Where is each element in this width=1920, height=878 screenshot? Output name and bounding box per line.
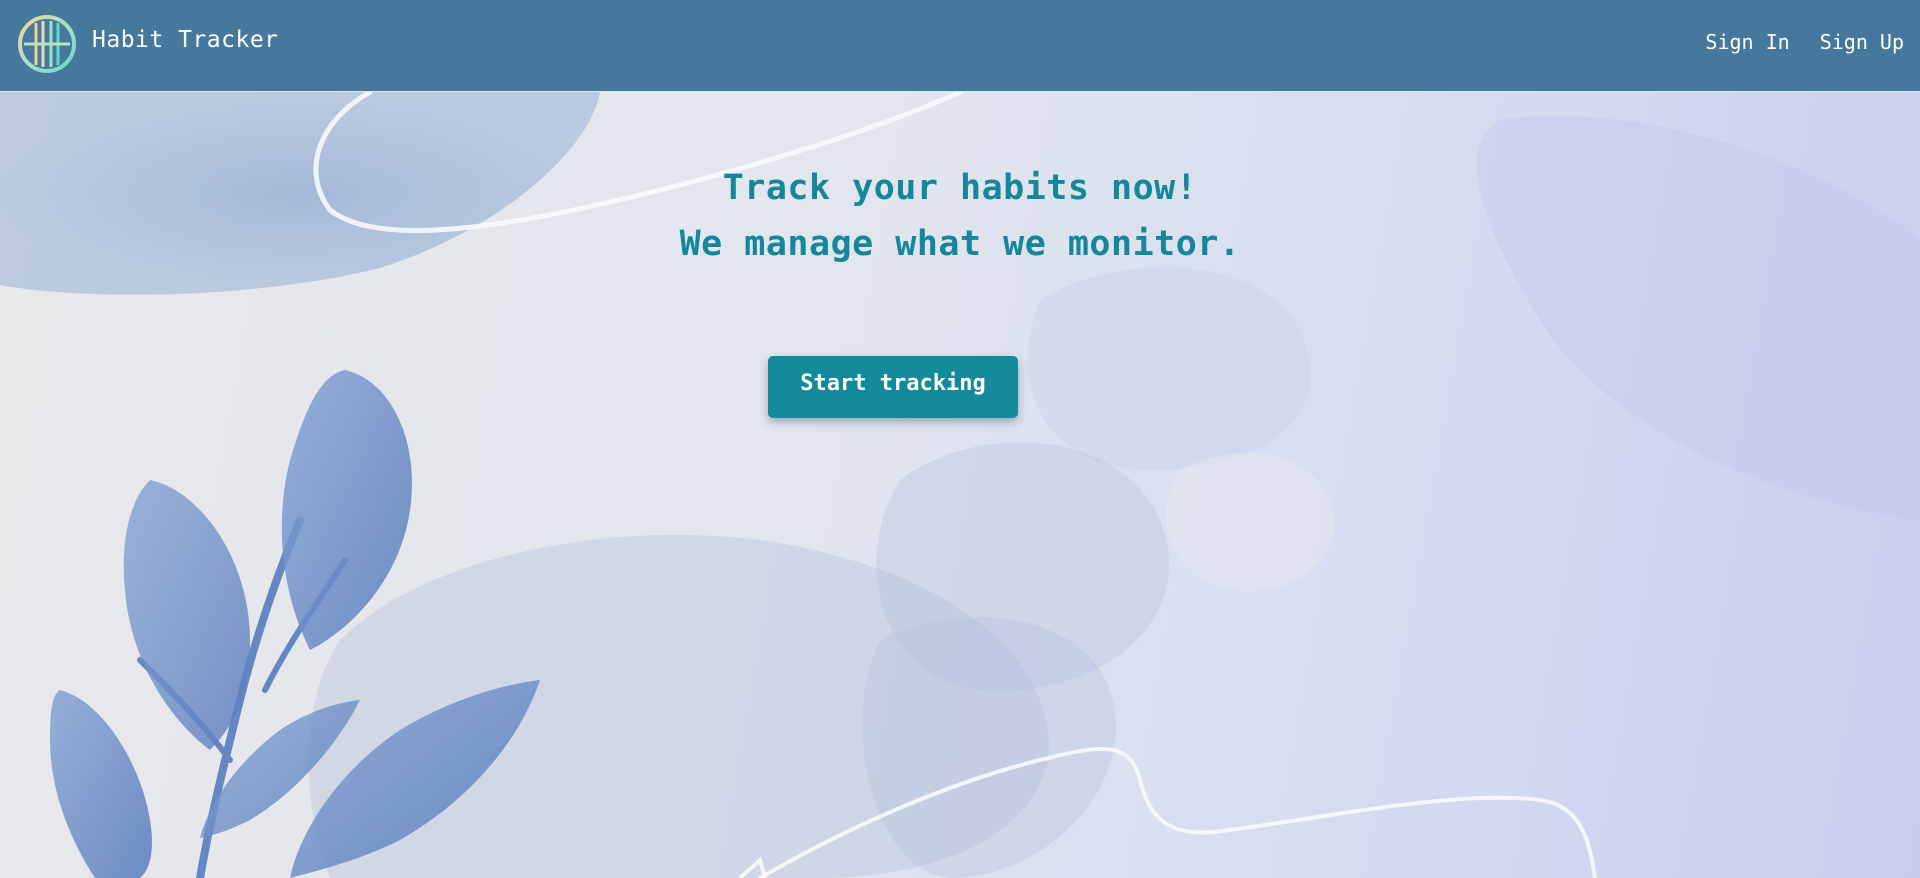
watercolor-background [0,89,1920,878]
sign-in-link[interactable]: Sign In [1705,30,1789,54]
brand-link[interactable]: Habit Tracker [16,13,279,75]
sign-up-link[interactable]: Sign Up [1820,30,1904,54]
landing-page: Habit Tracker Sign In Sign Up Track your… [0,0,1920,878]
top-navbar: Habit Tracker Sign In Sign Up [0,0,1920,92]
habit-tracker-logo-icon [18,15,76,73]
auth-nav: Sign In Sign Up [1705,30,1904,54]
start-tracking-button[interactable]: Start tracking [768,356,1018,418]
blob-top-left [0,92,600,295]
brand-name: Habit Tracker [92,27,279,53]
